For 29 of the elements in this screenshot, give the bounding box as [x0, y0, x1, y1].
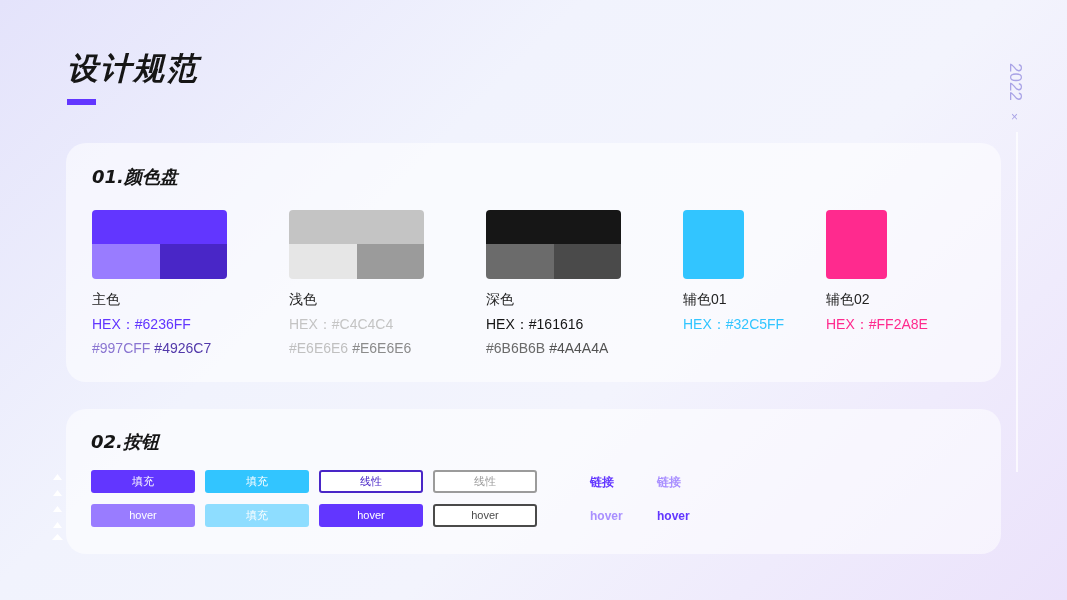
text-link[interactable]: hover: [657, 506, 690, 525]
hex-value: HEX：#32C5FF: [683, 315, 786, 333]
text-link[interactable]: 链接: [590, 472, 614, 491]
color-name: 深色: [486, 290, 515, 308]
cross-mark: ×: [1011, 109, 1018, 126]
hex-value: HEX：#6236FF: [92, 315, 192, 333]
section-heading: 02.按钮: [91, 430, 162, 454]
outline-button[interactable]: hover: [433, 504, 537, 527]
outline-button[interactable]: 线性: [433, 470, 537, 493]
hex-value: HEX：#161616: [486, 315, 585, 333]
hex-value: HEX：#FF2A8E: [826, 315, 929, 333]
color-name: 辅色01: [683, 290, 728, 308]
hex-value: #997CFF: [92, 339, 151, 357]
fill-button[interactable]: 填充: [91, 470, 195, 493]
hex-value: #4926C7: [154, 339, 212, 357]
color-name: 主色: [92, 290, 121, 308]
title-underline: [67, 99, 96, 105]
outline-button[interactable]: 线性: [319, 470, 423, 493]
fill-button[interactable]: hover: [91, 504, 195, 527]
hex-value: HEX：#C4C4C4: [289, 315, 395, 333]
hex-value: #6B6B6B: [486, 339, 546, 357]
year-label: 2022: [1005, 62, 1026, 102]
fill-button[interactable]: hover: [319, 504, 423, 527]
hex-value: #4A4A4A: [549, 339, 609, 357]
color-name: 辅色02: [826, 290, 871, 308]
section-heading: 01.颜色盘: [92, 165, 181, 189]
color-name: 浅色: [289, 290, 318, 308]
hex-value: #E6E6E6: [352, 339, 412, 357]
hex-value: #E6E6E6: [289, 339, 349, 357]
